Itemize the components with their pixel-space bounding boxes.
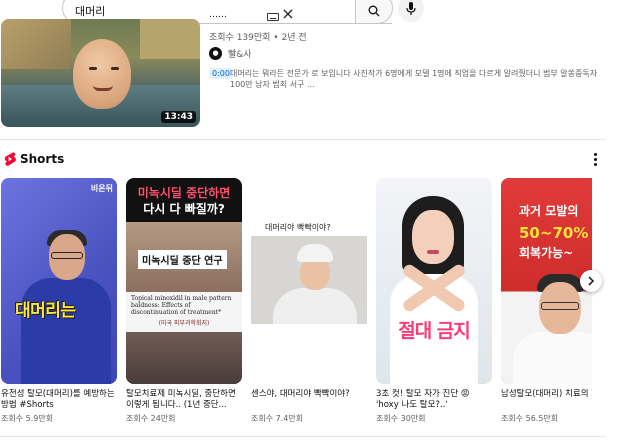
short-thumbnail[interactable]: 비온뒤 대머리는	[1, 178, 117, 384]
video-views-time: 조회수 139만회 • 2년 전	[209, 33, 307, 43]
short-thumbnail[interactable]: 미녹시딜 중단하면 다시 다 빠질까? 미녹시딜 중단 연구 Topical m…	[126, 178, 242, 384]
short-views: 조회수 7.4만회	[251, 414, 304, 423]
thumbnail-art	[140, 19, 200, 59]
thumbnail-caption: 대머리야 빡빡이야?	[265, 223, 331, 232]
clear-search-icon[interactable]: ×	[281, 3, 295, 25]
short-views: 조회수 5.9만회	[1, 414, 54, 423]
keyboard-icon[interactable]	[267, 13, 279, 21]
more-options-icon[interactable]	[591, 152, 599, 166]
short-card[interactable]: 대머리야 빡빡이야? 센스야, 대머리야 빡빡이야? 조회수 7.4만회	[251, 178, 367, 424]
section-divider	[0, 139, 606, 140]
shelf-next-button[interactable]	[580, 270, 602, 292]
short-title[interactable]: 남성탈모(대머리) 치료의 핵심 #shorts	[501, 389, 592, 411]
short-views: 조회수 56.5만회	[501, 414, 559, 423]
search-input[interactable]: 대머리	[75, 3, 105, 19]
short-card[interactable]: 과거 모발의 50~70% 회복가능~ 남성탈모(대머리) 치료의 핵심 #sh…	[501, 178, 592, 424]
thumbnail-tag: 비온뒤	[90, 184, 113, 193]
short-views: 조회수 30만회	[376, 414, 426, 423]
thumbnail-caption: 미녹시딜 중단 연구	[138, 250, 227, 269]
thumbnail-art	[89, 67, 97, 70]
channel-avatar[interactable]: ●	[209, 47, 222, 60]
short-title[interactable]: 탈모치료제 미녹시딜, 중단하면 이렇게 됩니다.. (1년 중단...	[126, 389, 242, 411]
shorts-logo-icon	[4, 152, 16, 166]
video-title-cut[interactable]: ……	[209, 14, 239, 20]
short-thumbnail[interactable]: 대머리야 빡빡이야?	[251, 178, 367, 384]
short-thumbnail[interactable]: 절대 금지	[376, 178, 492, 384]
voice-search-button[interactable]	[398, 0, 424, 22]
short-title[interactable]: 유전성 탈모(대머리)를 예방하는 방법 #Shorts	[1, 389, 117, 411]
thumbnail-art	[111, 67, 119, 70]
thumbnail-caption: 회복가능~	[519, 246, 574, 260]
channel-name[interactable]: 빨&사	[228, 47, 252, 60]
thumbnail-caption: 미녹시딜 중단하면	[137, 186, 231, 200]
chevron-right-icon	[588, 276, 595, 286]
short-title[interactable]: 센스야, 대머리야 빡빡이야?	[251, 389, 367, 411]
video-duration-badge: 13:43	[161, 111, 196, 123]
thumbnail-caption: 다시 다 빠질까?	[143, 202, 225, 216]
short-thumbnail[interactable]: 과거 모발의 50~70% 회복가능~	[501, 178, 592, 384]
short-title[interactable]: 3초 컷! 탈모 자가 진단 😡 'hoxy 나도 탈모?..'	[376, 389, 492, 411]
mic-icon	[406, 2, 416, 15]
short-card[interactable]: 비온뒤 대머리는 유전성 탈모(대머리)를 예방하는 방법 #Shorts 조회…	[1, 178, 117, 424]
channel-link[interactable]: ● 빨&사	[209, 47, 252, 60]
video-description: 대머리는 뭐라든 전문가 로 보입니다 사진작가 6명에게 모델 1명에 직업을…	[230, 69, 598, 89]
search-icon	[368, 5, 380, 17]
short-card[interactable]: 미녹시딜 중단하면 다시 다 빠질까? 미녹시딜 중단 연구 Topical m…	[126, 178, 242, 424]
thumbnail-source: (미국 피부과학회지)	[158, 320, 210, 327]
thumbnail-caption: 50~70%	[519, 224, 589, 242]
thumbnail-art	[1, 19, 71, 69]
thumbnail-caption: 대머리는	[15, 301, 76, 321]
shorts-section-title: Shorts	[20, 152, 65, 166]
video-thumbnail[interactable]: 13:43	[1, 19, 200, 127]
thumbnail-art	[93, 85, 113, 91]
short-card[interactable]: 절대 금지 3초 컷! 탈모 자가 진단 😡 'hoxy 나도 탈모?..' 조…	[376, 178, 492, 424]
thumbnail-caption: 과거 모발의	[519, 204, 579, 218]
short-views: 조회수 24만회	[126, 414, 176, 423]
section-divider	[0, 436, 606, 437]
thumbnail-caption: 절대 금지	[398, 320, 471, 342]
thumbnail-art	[73, 39, 131, 109]
